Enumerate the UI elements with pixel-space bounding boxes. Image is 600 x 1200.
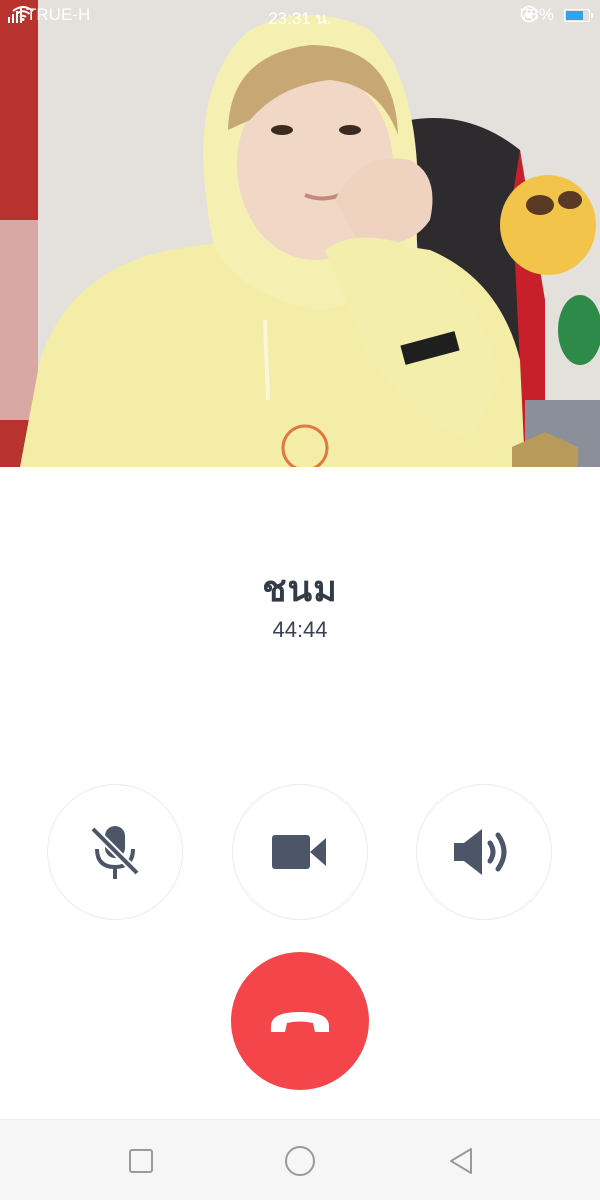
caller-photo: TRUE-H 23:31 น. 78% xyxy=(0,0,600,467)
call-controls xyxy=(0,784,600,924)
status-bar: TRUE-H 23:31 น. 78% xyxy=(0,0,600,30)
navigation-bar xyxy=(0,1119,600,1200)
caller-name: ชนม xyxy=(262,568,338,609)
status-bar-time: 23:31 น. xyxy=(268,9,332,28)
home-icon xyxy=(285,1146,315,1176)
caller-photo-illustration xyxy=(0,0,600,467)
back-icon xyxy=(450,1148,472,1174)
call-screen: TRUE-H 23:31 น. 78% ชนม 44:44 xyxy=(0,0,600,1200)
speaker-icon xyxy=(454,829,507,875)
recent-apps-button[interactable] xyxy=(125,1145,157,1177)
status-bar-right: 78% xyxy=(520,5,593,25)
mute-button[interactable] xyxy=(47,784,183,920)
back-button[interactable] xyxy=(445,1145,477,1177)
speaker-button[interactable] xyxy=(416,784,552,920)
battery-fill xyxy=(566,10,583,20)
microphone-muted-icon xyxy=(90,826,140,879)
call-duration: 44:44 xyxy=(272,617,328,642)
phone-hangup-icon xyxy=(271,1012,329,1032)
rotation-lock-icon xyxy=(520,5,538,23)
video-camera-icon xyxy=(272,835,326,869)
end-call-button[interactable] xyxy=(231,952,369,1090)
video-button[interactable] xyxy=(232,784,368,920)
battery-icon xyxy=(564,8,593,22)
home-button[interactable] xyxy=(284,1145,316,1177)
recent-apps-icon xyxy=(129,1149,153,1173)
